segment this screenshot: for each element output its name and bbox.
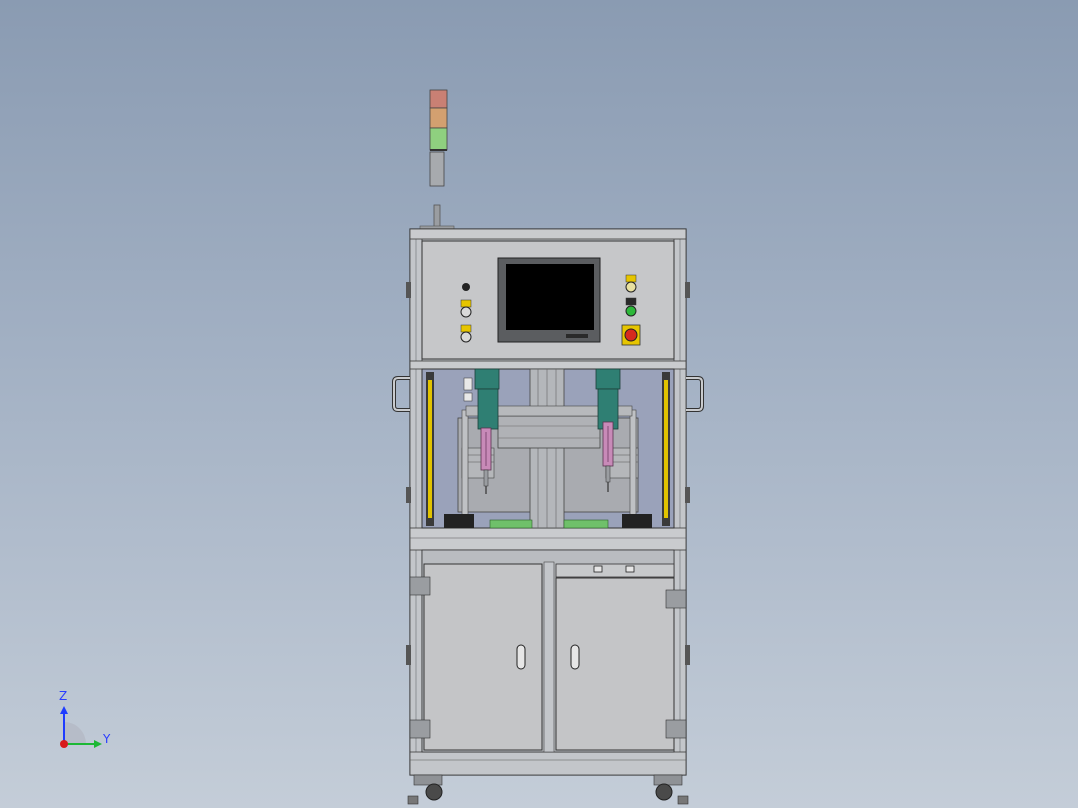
key-switch-icon[interactable]: [462, 283, 470, 291]
control-panel: [421, 240, 675, 360]
door-handle-icon: [570, 644, 580, 670]
reset-button[interactable]: [625, 274, 637, 293]
selector-switch-1[interactable]: [460, 299, 472, 318]
selector-switch-2[interactable]: [460, 324, 472, 343]
hmi-screen[interactable]: [497, 257, 601, 343]
tower-light-green: [429, 127, 448, 151]
machine-model[interactable]: Z Y: [0, 0, 1078, 808]
safety-light-curtain-left: [426, 372, 434, 526]
door-handle-icon: [516, 644, 526, 670]
tower-light-red: [429, 89, 448, 109]
cabinet-door-right[interactable]: [555, 577, 675, 751]
origin-icon: [60, 740, 68, 748]
work-chamber: [421, 368, 675, 529]
caster-wheels: [407, 774, 689, 805]
safety-light-curtain-right: [662, 372, 670, 526]
emergency-stop-button[interactable]: [621, 324, 641, 346]
cad-viewport[interactable]: Z Y: [0, 0, 1078, 808]
start-button[interactable]: [625, 297, 637, 317]
z-axis-label: Z: [59, 689, 67, 703]
y-axis-label: Y: [102, 732, 111, 746]
cabinet-door-left[interactable]: [423, 563, 543, 751]
coordinate-triad: Z Y: [59, 689, 111, 748]
tower-light-amber: [429, 107, 448, 129]
tower-light: [419, 89, 455, 231]
drawer[interactable]: [555, 563, 675, 578]
